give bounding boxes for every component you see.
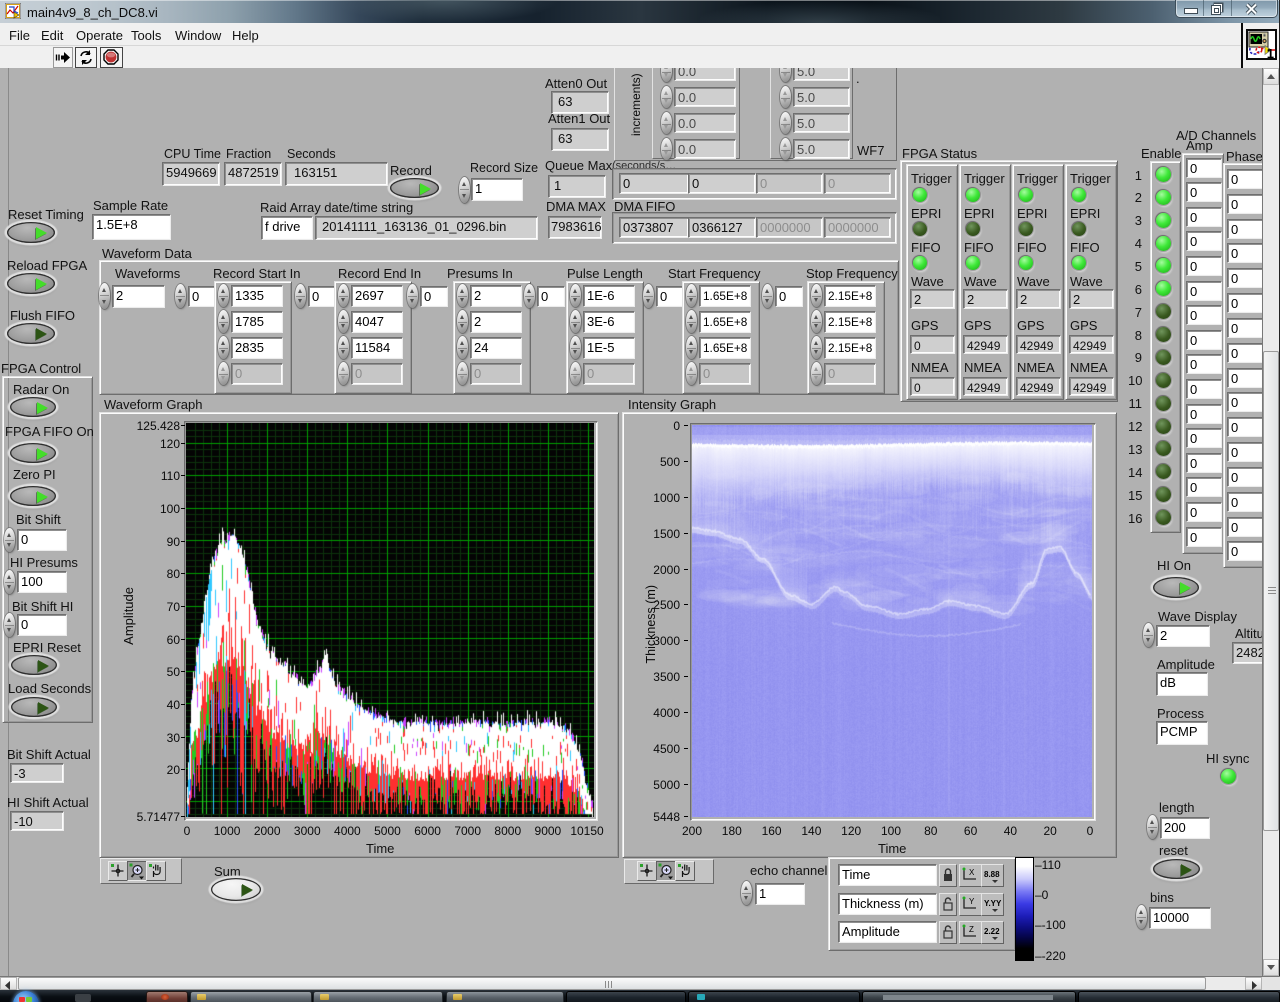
svg-text:8.88: 8.88 bbox=[984, 870, 1000, 879]
svg-text:X: X bbox=[969, 868, 975, 877]
svg-text:Y.YY: Y.YY bbox=[984, 899, 1002, 908]
svg-text:Z: Z bbox=[969, 925, 974, 934]
svg-text:Y: Y bbox=[969, 897, 975, 906]
svg-text:2.22: 2.22 bbox=[984, 927, 1000, 936]
